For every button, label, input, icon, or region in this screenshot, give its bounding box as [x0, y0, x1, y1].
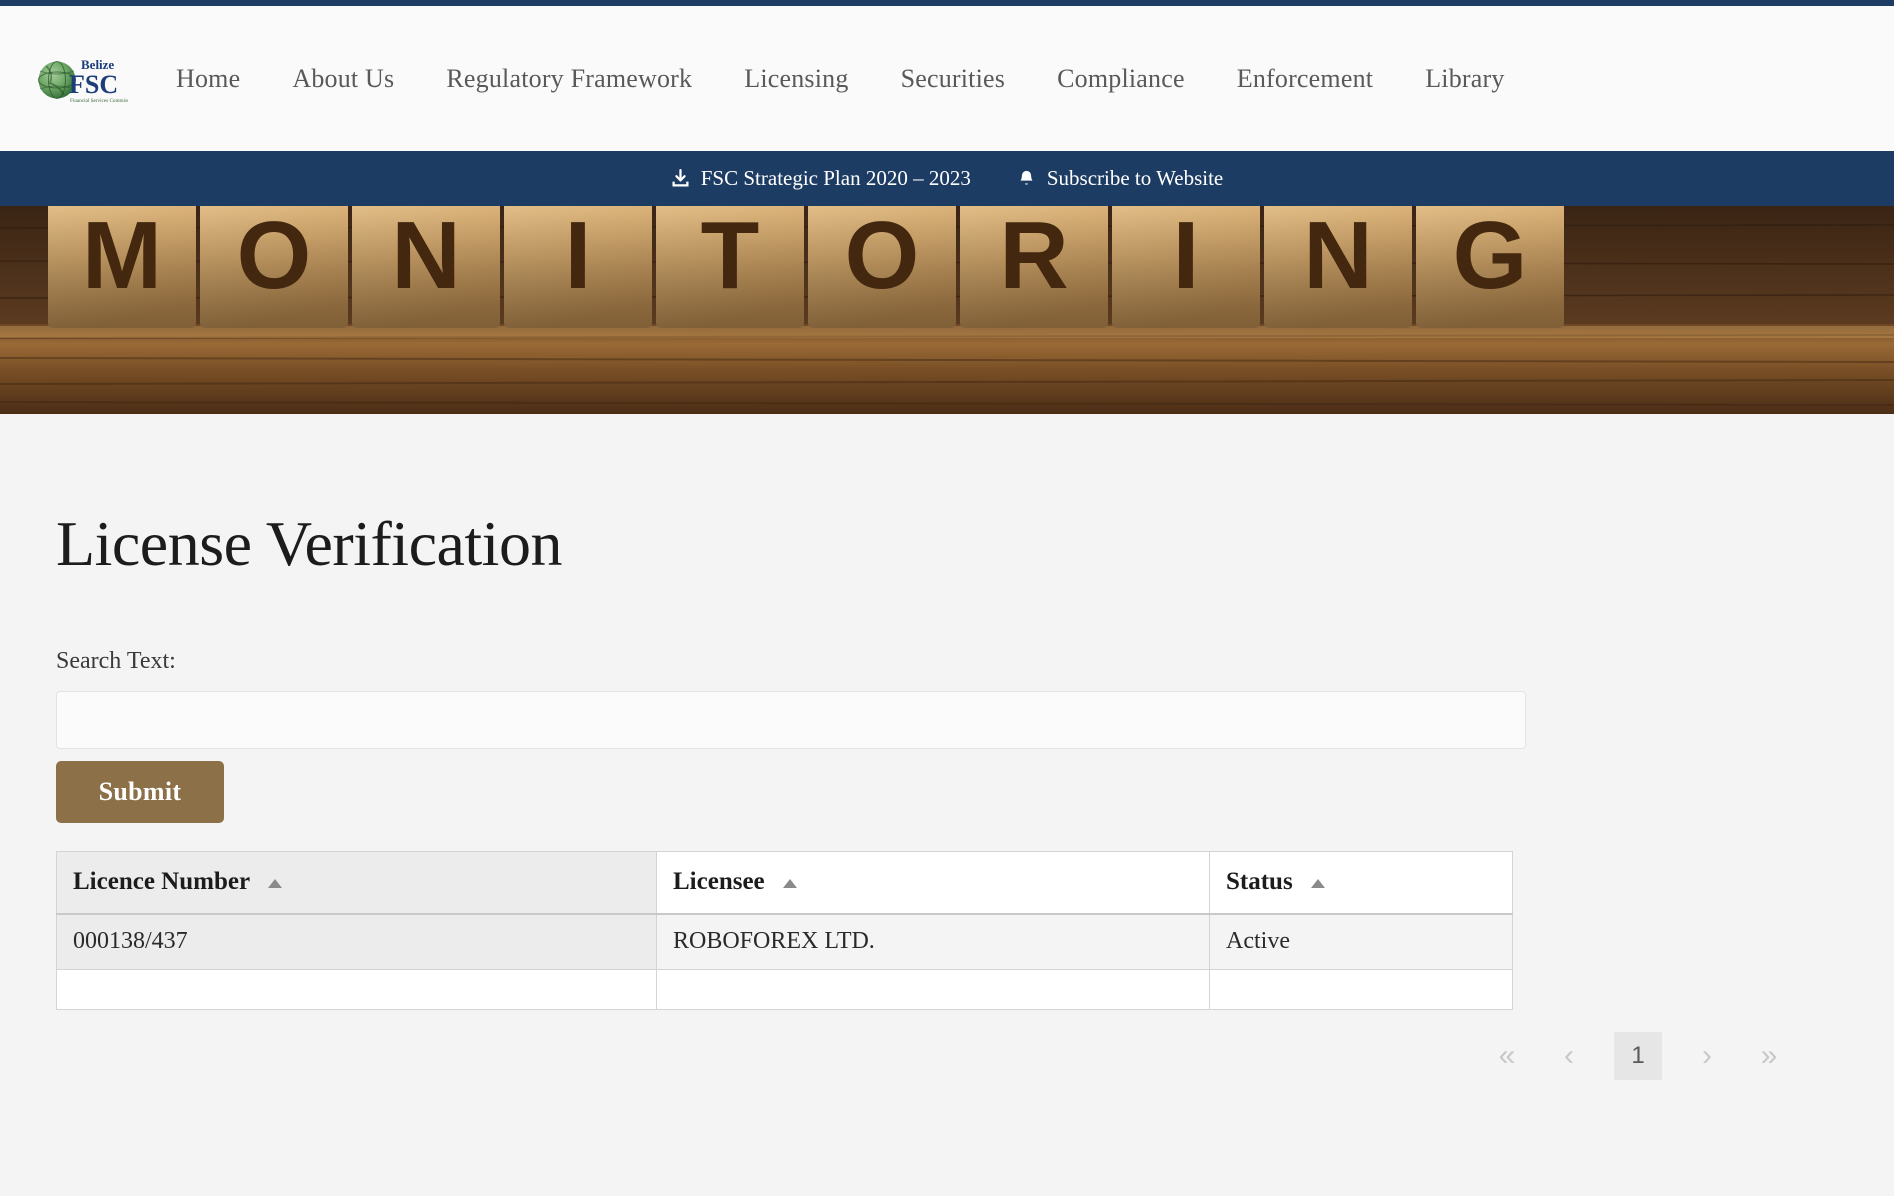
svg-text:Financial Services Commission: Financial Services Commission — [70, 98, 128, 104]
column-header-licence-number[interactable]: Licence Number — [57, 852, 657, 914]
hero-image: M O N I T — [0, 206, 1894, 414]
pagination-page-1[interactable]: 1 — [1614, 1032, 1662, 1080]
announcement-bar: FSC Strategic Plan 2020 – 2023 Subscribe… — [0, 151, 1894, 206]
svg-text:G: G — [1453, 206, 1528, 309]
subscribe-label: Subscribe to Website — [1047, 166, 1223, 191]
svg-text:T: T — [701, 206, 760, 309]
search-form: Search Text: Submit — [46, 576, 1848, 823]
nav-item-enforcement[interactable]: Enforcement — [1211, 58, 1399, 100]
cell-status-empty — [1210, 970, 1513, 1010]
search-input[interactable] — [56, 691, 1526, 749]
column-header-status[interactable]: Status — [1210, 852, 1513, 914]
hero-banner: M O N I T — [0, 206, 1894, 414]
site-logo[interactable]: Belize FSC Financial Services Commission — [36, 49, 128, 109]
pagination-prev-button[interactable]: ‹ — [1538, 1032, 1600, 1080]
pagination: « ‹ 1 › » — [56, 1032, 1848, 1080]
results-table-container: Licence Number Licensee Status 000138/43 — [46, 851, 1848, 1080]
svg-text:I: I — [565, 206, 592, 309]
main-navigation: Home About Us Regulatory Framework Licen… — [150, 58, 1531, 100]
table-row[interactable]: 000138/437 ROBOFOREX LTD. Active — [57, 914, 1513, 970]
svg-text:I: I — [1173, 206, 1200, 309]
table-head: Licence Number Licensee Status — [57, 852, 1513, 914]
table-row-empty — [57, 970, 1513, 1010]
svg-text:M: M — [82, 206, 162, 309]
page-title: License Verification — [46, 414, 1848, 576]
pagination-first-button[interactable]: « — [1476, 1032, 1538, 1080]
svg-text:O: O — [845, 206, 920, 309]
nav-item-compliance[interactable]: Compliance — [1031, 58, 1211, 100]
pagination-next-button[interactable]: › — [1676, 1032, 1738, 1080]
nav-item-licensing[interactable]: Licensing — [718, 58, 874, 100]
site-header: Belize FSC Financial Services Commission… — [0, 6, 1894, 151]
cell-licensee-empty — [657, 970, 1210, 1010]
strategic-plan-label: FSC Strategic Plan 2020 – 2023 — [701, 166, 971, 191]
table-body: 000138/437 ROBOFOREX LTD. Active — [57, 914, 1513, 1010]
svg-text:R: R — [999, 206, 1068, 309]
cell-status: Active — [1210, 914, 1513, 970]
fsc-logo-icon: Belize FSC Financial Services Commission — [36, 49, 128, 109]
table-header-row: Licence Number Licensee Status — [57, 852, 1513, 914]
column-label-licensee: Licensee — [673, 868, 765, 895]
main-content: License Verification Search Text: Submit… — [0, 414, 1894, 1196]
column-label-licence-number: Licence Number — [73, 868, 250, 895]
nav-item-regulatory-framework[interactable]: Regulatory Framework — [420, 58, 718, 100]
strategic-plan-link[interactable]: FSC Strategic Plan 2020 – 2023 — [671, 166, 971, 191]
cell-licence-number: 000138/437 — [57, 914, 657, 970]
nav-item-about-us[interactable]: About Us — [266, 58, 420, 100]
svg-text:FSC: FSC — [69, 70, 118, 99]
nav-item-securities[interactable]: Securities — [875, 58, 1032, 100]
subscribe-link[interactable]: Subscribe to Website — [1017, 166, 1223, 191]
submit-button[interactable]: Submit — [56, 761, 224, 823]
column-header-licensee[interactable]: Licensee — [657, 852, 1210, 914]
results-table: Licence Number Licensee Status 000138/43 — [56, 851, 1513, 1010]
svg-text:N: N — [1303, 206, 1372, 309]
column-label-status: Status — [1226, 868, 1293, 895]
bell-icon — [1017, 169, 1036, 188]
nav-item-home[interactable]: Home — [150, 58, 266, 100]
cell-licensee: ROBOFOREX LTD. — [657, 914, 1210, 970]
nav-item-library[interactable]: Library — [1399, 58, 1530, 100]
sort-asc-icon — [268, 879, 282, 888]
pagination-last-button[interactable]: » — [1738, 1032, 1800, 1080]
cell-licence-number-empty — [57, 970, 657, 1010]
download-icon — [671, 169, 690, 188]
svg-text:N: N — [391, 206, 460, 309]
sort-asc-icon — [1311, 879, 1325, 888]
sort-asc-icon — [783, 879, 797, 888]
svg-text:O: O — [237, 206, 312, 309]
search-label: Search Text: — [56, 648, 1848, 675]
